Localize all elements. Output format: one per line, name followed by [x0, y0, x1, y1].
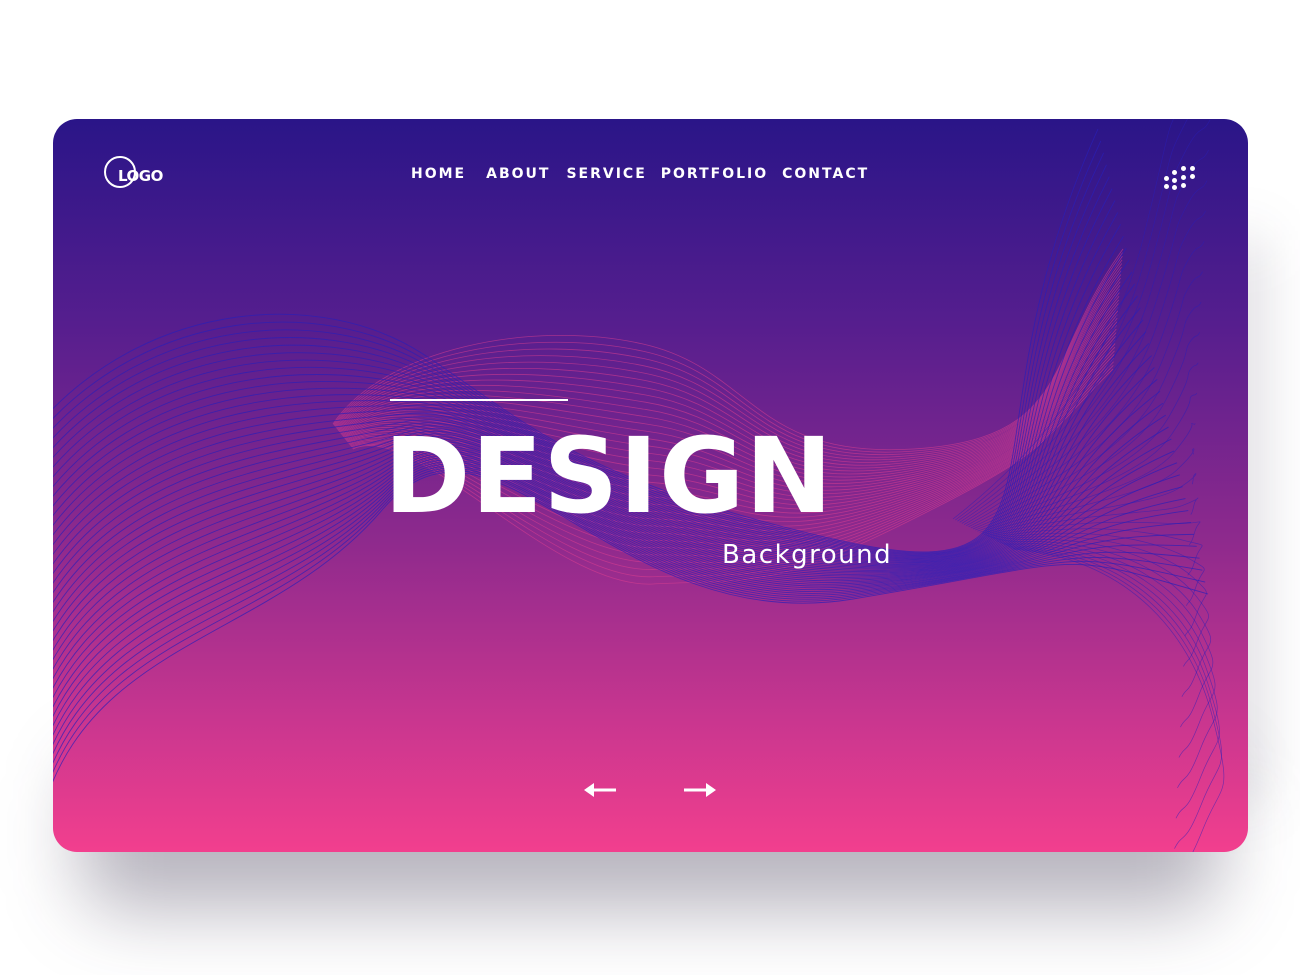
hero-title: DESIGN — [384, 415, 834, 537]
nav-item-contact[interactable]: CONTACT — [782, 164, 869, 184]
menu-dot — [1172, 185, 1177, 190]
arrow-right-icon[interactable] — [682, 778, 718, 802]
dots-grid-icon[interactable] — [1158, 165, 1198, 191]
menu-dot — [1181, 183, 1186, 188]
hero-card: LOGO HOME ABOUT SERVICE PORTFOLIO CONTAC… — [53, 119, 1248, 852]
menu-dot — [1181, 166, 1186, 171]
menu-dot — [1172, 170, 1177, 175]
page: LOGO HOME ABOUT SERVICE PORTFOLIO CONTAC… — [0, 0, 1300, 975]
logo-text: LOGO — [118, 166, 163, 185]
nav-item-about[interactable]: ABOUT — [486, 164, 550, 184]
menu-dot — [1164, 176, 1169, 181]
nav-item-portfolio[interactable]: PORTFOLIO — [661, 164, 768, 184]
nav-item-service[interactable]: SERVICE — [566, 164, 646, 184]
title-accent-line — [390, 399, 568, 401]
nav-item-home[interactable]: HOME — [411, 164, 466, 184]
menu-dot — [1181, 175, 1186, 180]
arrow-left-icon[interactable] — [582, 778, 618, 802]
menu-dot — [1172, 178, 1177, 183]
main-nav: HOME ABOUT SERVICE PORTFOLIO CONTACT — [411, 164, 869, 184]
hero-subtitle: Background — [722, 540, 893, 570]
menu-dot — [1190, 174, 1195, 179]
menu-dot — [1164, 184, 1169, 189]
logo[interactable]: LOGO — [104, 156, 163, 194]
menu-dot — [1190, 166, 1195, 171]
